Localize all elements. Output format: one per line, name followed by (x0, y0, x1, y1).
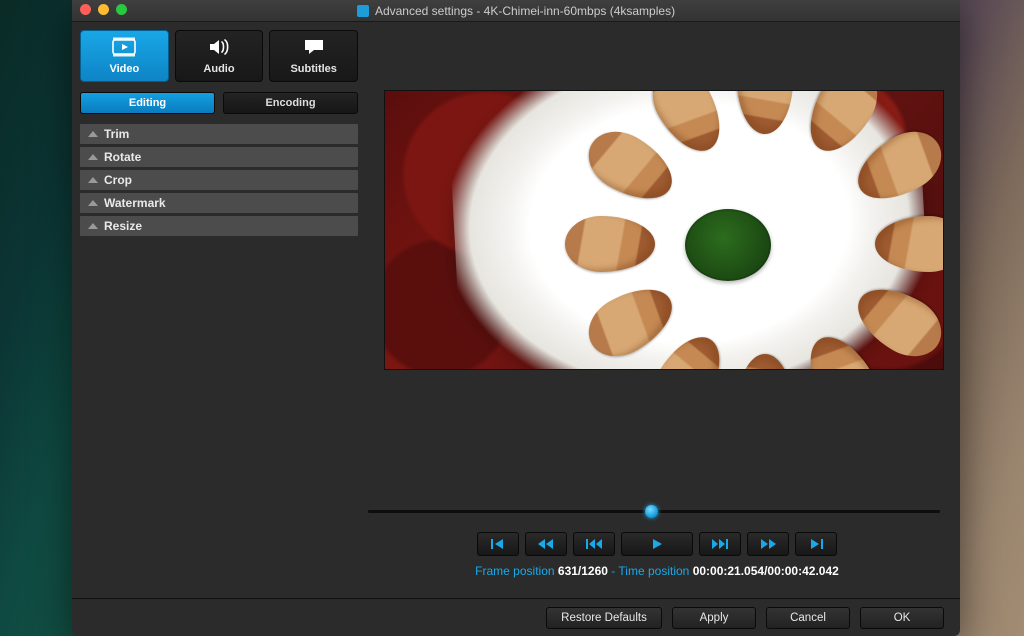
tab-video-label: Video (109, 63, 139, 75)
speaker-icon (207, 37, 231, 60)
disclosure-triangle-icon (88, 223, 98, 229)
restore-defaults-label: Restore Defaults (561, 612, 647, 624)
app-icon (357, 5, 369, 17)
section-resize[interactable]: Resize (80, 216, 358, 236)
section-crop[interactable]: Crop (80, 170, 358, 190)
window-title: Advanced settings - 4K-Chimei-inn-60mbps… (375, 4, 675, 18)
section-rotate-label: Rotate (104, 150, 141, 164)
restore-defaults-button[interactable]: Restore Defaults (546, 607, 662, 629)
minimize-window-button[interactable] (98, 4, 109, 15)
dialog-footer: Restore Defaults Apply Cancel OK (72, 598, 960, 636)
subtab-encoding-label: Encoding (265, 97, 315, 109)
tab-subtitles-label: Subtitles (290, 63, 336, 75)
fast-forward-button[interactable] (747, 532, 789, 556)
step-back-button[interactable] (573, 532, 615, 556)
frame-position-label: Frame position (475, 564, 554, 578)
cancel-label: Cancel (790, 612, 826, 624)
rewind-button[interactable] (525, 532, 567, 556)
disclosure-triangle-icon (88, 177, 98, 183)
advanced-settings-window: Advanced settings - 4K-Chimei-inn-60mbps… (72, 0, 960, 636)
frame-position-value: 631/1260 (558, 564, 608, 578)
section-trim[interactable]: Trim (80, 124, 358, 144)
apply-button[interactable]: Apply (672, 607, 756, 629)
tab-audio-label: Audio (203, 63, 234, 75)
tab-subtitles[interactable]: Subtitles (269, 30, 358, 82)
tab-video[interactable]: Video (80, 30, 169, 82)
section-resize-label: Resize (104, 219, 142, 233)
disclosure-triangle-icon (88, 200, 98, 206)
preview-garnish (685, 209, 771, 281)
titlebar: Advanced settings - 4K-Chimei-inn-60mbps… (72, 0, 960, 22)
section-rotate[interactable]: Rotate (80, 147, 358, 167)
content-area: Video Audio Subtitles Editing Enco (72, 22, 960, 598)
window-controls (80, 4, 127, 15)
video-clip-icon (112, 37, 136, 60)
skip-end-button[interactable] (795, 532, 837, 556)
disclosure-triangle-icon (88, 131, 98, 137)
ok-button[interactable]: OK (860, 607, 944, 629)
timeline-track[interactable] (368, 510, 940, 513)
close-window-button[interactable] (80, 4, 91, 15)
subtab-editing-label: Editing (129, 97, 166, 109)
time-position-value: 00:00:21.054/00:00:42.042 (693, 564, 839, 578)
position-separator: - (611, 564, 615, 578)
editing-sections: Trim Rotate Crop Watermark Resize (78, 124, 360, 236)
apply-label: Apply (700, 612, 729, 624)
tab-audio[interactable]: Audio (175, 30, 264, 82)
skip-start-button[interactable] (477, 532, 519, 556)
section-crop-label: Crop (104, 173, 132, 187)
step-forward-button[interactable] (699, 532, 741, 556)
section-watermark[interactable]: Watermark (80, 193, 358, 213)
play-button[interactable] (621, 532, 693, 556)
zoom-window-button[interactable] (116, 4, 127, 15)
category-tabs: Video Audio Subtitles (78, 28, 360, 88)
subtab-encoding[interactable]: Encoding (223, 92, 358, 114)
cancel-button[interactable]: Cancel (766, 607, 850, 629)
section-watermark-label: Watermark (104, 196, 166, 210)
timeline-playhead[interactable] (645, 505, 658, 518)
section-trim-label: Trim (104, 127, 129, 141)
transport-controls (360, 532, 954, 556)
timeline (368, 510, 940, 513)
video-preview[interactable] (384, 90, 944, 370)
ok-label: OK (894, 612, 911, 624)
subtab-editing[interactable]: Editing (80, 92, 215, 114)
left-panel: Video Audio Subtitles Editing Enco (78, 28, 360, 592)
mode-tabs: Editing Encoding (78, 88, 360, 124)
position-readout: Frame position 631/1260 - Time position … (360, 564, 954, 578)
time-position-label: Time position (618, 564, 689, 578)
disclosure-triangle-icon (88, 154, 98, 160)
speech-bubble-icon (302, 37, 326, 60)
preview-panel: Frame position 631/1260 - Time position … (360, 28, 954, 592)
